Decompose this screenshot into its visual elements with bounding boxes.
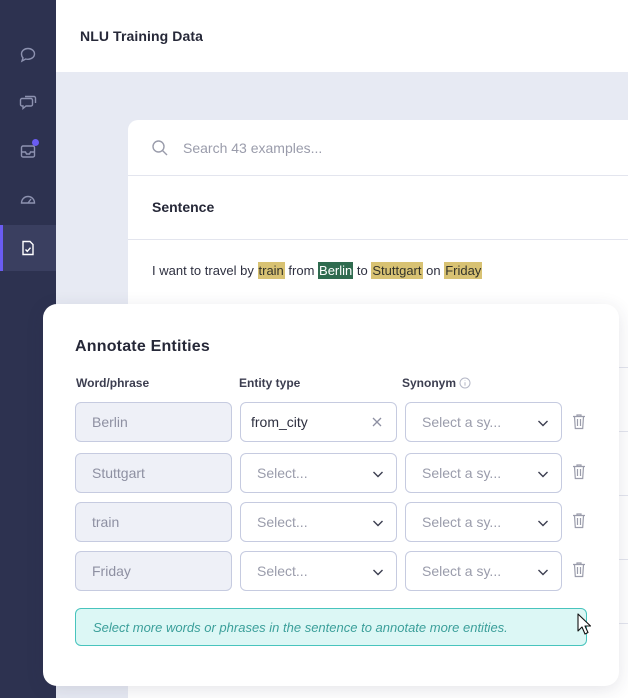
conversations-icon: [19, 95, 37, 110]
trash-icon[interactable]: [571, 463, 587, 480]
entity-type-select[interactable]: Select...: [240, 502, 397, 542]
search-bar: [128, 120, 628, 176]
phrase-field: Friday: [75, 551, 232, 591]
phrase-field: Stuttgart: [75, 453, 232, 493]
nav-training-data[interactable]: [0, 225, 56, 271]
entity-type-select[interactable]: from_city: [240, 402, 397, 442]
trash-icon[interactable]: [571, 512, 587, 529]
column-header-synonym: Synonym: [402, 376, 471, 390]
sentence-fragment: I want to travel by: [152, 263, 258, 278]
column-header-word: Word/phrase: [76, 376, 150, 390]
entity-highlight-stuttgart[interactable]: Stuttgart: [371, 262, 423, 279]
chevron-down-icon: [373, 471, 383, 478]
entity-type-select[interactable]: Select...: [240, 551, 397, 591]
column-header-entity: Entity type: [239, 376, 301, 390]
notification-badge: [32, 139, 39, 146]
synonym-select[interactable]: Select a sy...: [405, 551, 562, 591]
training-data-icon: [22, 240, 34, 256]
synonym-label: Synonym: [402, 376, 457, 390]
chevron-down-icon: [373, 520, 383, 527]
nav-conversations[interactable]: [0, 80, 56, 126]
phrase-field: train: [75, 502, 232, 542]
synonym-value: Select a sy...: [422, 563, 502, 579]
trash-icon[interactable]: [571, 561, 587, 578]
sentence-text[interactable]: I want to travel by train from Berlin to…: [152, 262, 483, 279]
synonym-select[interactable]: Select a sy...: [405, 453, 562, 493]
sentence-fragment: on: [422, 263, 445, 278]
entity-type-value: from_city: [251, 414, 308, 430]
entity-highlight-friday[interactable]: Friday: [444, 262, 483, 279]
entity-highlight-train[interactable]: train: [257, 262, 285, 279]
sentence-fragment: to: [353, 263, 372, 278]
chevron-down-icon: [538, 569, 548, 576]
top-bar: NLU Training Data: [56, 0, 628, 72]
chat-bubble-icon: [20, 47, 36, 63]
synonym-value: Select a sy...: [422, 465, 502, 481]
nav-dashboard[interactable]: [0, 176, 56, 222]
phrase-field: Berlin: [75, 402, 232, 442]
sentence-fragment: from: [284, 263, 319, 278]
entity-type-value: Select...: [257, 563, 308, 579]
chevron-down-icon: [538, 420, 548, 427]
search-icon: [152, 140, 168, 156]
search-input[interactable]: [183, 136, 583, 160]
nav-inbox[interactable]: [0, 128, 56, 174]
nav-chat[interactable]: [0, 32, 56, 78]
info-icon[interactable]: [459, 377, 471, 389]
column-header-sentence: Sentence: [152, 199, 215, 215]
chevron-down-icon: [373, 569, 383, 576]
synonym-value: Select a sy...: [422, 414, 502, 430]
table-row[interactable]: I want to travel by train from Berlin to…: [128, 240, 628, 304]
synonym-select[interactable]: Select a sy...: [405, 502, 562, 542]
entity-highlight-berlin[interactable]: Berlin: [318, 262, 354, 279]
entity-type-select[interactable]: Select...: [240, 453, 397, 493]
trash-icon[interactable]: [571, 413, 587, 430]
annotate-hint-banner: Select more words or phrases in the sent…: [75, 608, 587, 646]
synonym-value: Select a sy...: [422, 514, 502, 530]
entity-type-value: Select...: [257, 514, 308, 530]
clear-icon[interactable]: [371, 416, 383, 428]
chevron-down-icon: [538, 520, 548, 527]
mouse-cursor-icon: [577, 613, 591, 635]
dashboard-gauge-icon: [20, 195, 36, 204]
table-header: Sentence: [128, 176, 628, 240]
entity-type-value: Select...: [257, 465, 308, 481]
annotate-entities-popover: Annotate Entities Word/phrase Entity typ…: [43, 304, 619, 686]
synonym-select[interactable]: Select a sy...: [405, 402, 562, 442]
popover-title: Annotate Entities: [75, 338, 210, 355]
chevron-down-icon: [538, 471, 548, 478]
page-title: NLU Training Data: [80, 28, 204, 44]
